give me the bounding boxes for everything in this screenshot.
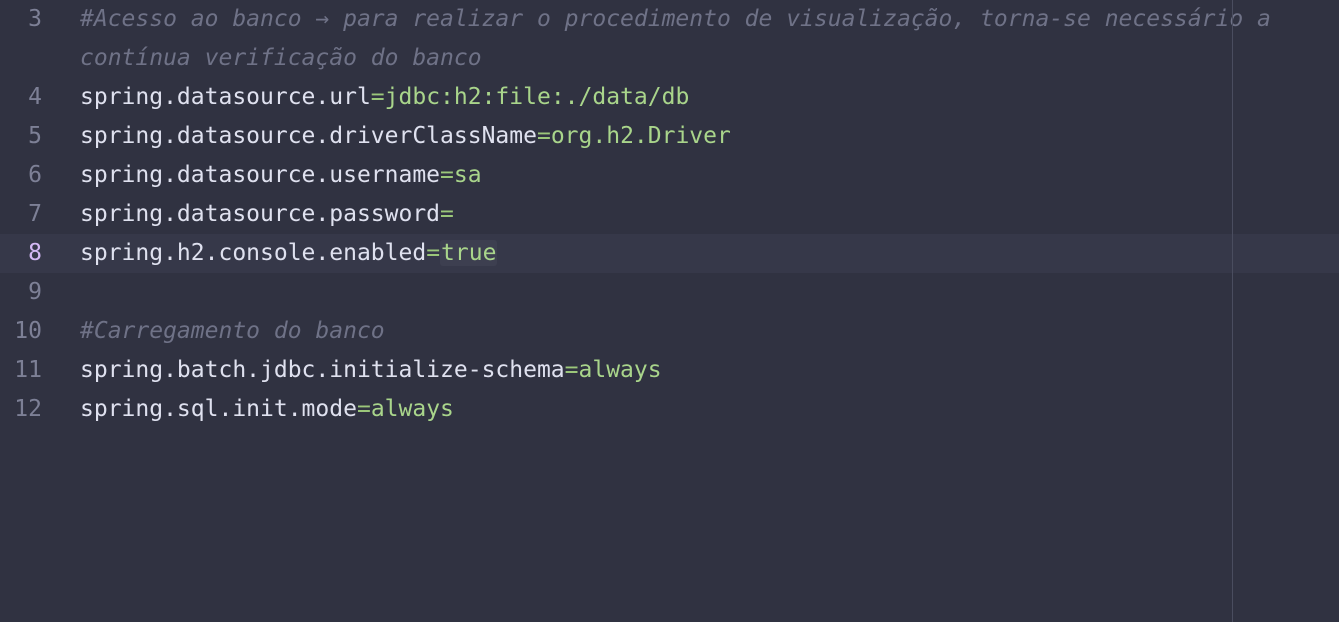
property-key: spring.datasource.driverClassName: [80, 123, 537, 149]
editor-line-3[interactable]: 3 #Acesso ao banco → para realizar o pro…: [0, 0, 1339, 39]
property-line: spring.datasource.username=sa: [80, 156, 482, 195]
editor-line-3-wrap[interactable]: contínua verificação do banco: [0, 39, 1339, 78]
comment-text: #Carregamento do banco: [80, 318, 385, 344]
editor-line-7[interactable]: 7 spring.datasource.password=: [0, 195, 1339, 234]
line-number: 6: [28, 162, 42, 188]
property-equals: =: [440, 201, 454, 227]
line-number: 11: [14, 357, 42, 383]
comment-text: #Acesso ao banco → para realizar o proce…: [80, 6, 1271, 32]
editor-line-10[interactable]: 10 #Carregamento do banco: [0, 312, 1339, 351]
editor-line-12[interactable]: 12 spring.sql.init.mode=always: [0, 390, 1339, 429]
line-number: 5: [28, 123, 42, 149]
property-line: spring.batch.jdbc.initialize-schema=alwa…: [80, 351, 662, 390]
property-value: sa: [453, 162, 482, 188]
line-number: 4: [28, 84, 42, 110]
property-key: spring.batch.jdbc.initialize-schema: [80, 357, 565, 383]
line-number: 12: [14, 396, 42, 422]
editor-lines[interactable]: 3 #Acesso ao banco → para realizar o pro…: [0, 0, 1339, 429]
property-line: spring.sql.init.mode=always: [80, 390, 454, 429]
property-value: org.h2.Driver: [550, 123, 731, 149]
property-key: spring.datasource.url: [80, 84, 371, 110]
line-number: 10: [14, 318, 42, 344]
line-number: 9: [28, 279, 42, 305]
line-number: 7: [28, 201, 42, 227]
right-margin-guide: [1232, 0, 1233, 622]
property-value: jdbc:h2:file:./data/db: [384, 84, 690, 110]
property-key: spring.datasource.username: [80, 162, 441, 188]
editor-line-5[interactable]: 5 spring.datasource.driverClassName=org.…: [0, 117, 1339, 156]
property-line: spring.h2.console.enabled=true: [80, 234, 498, 273]
editor-line-4[interactable]: 4 spring.datasource.url=jdbc:h2:file:./d…: [0, 78, 1339, 117]
property-line: spring.datasource.url=jdbc:h2:file:./dat…: [80, 78, 689, 117]
property-value: always: [370, 396, 454, 422]
property-equals: =: [536, 123, 551, 149]
property-key: spring.datasource.password: [80, 201, 441, 227]
property-value: always: [578, 357, 662, 383]
editor-line-9[interactable]: 9: [0, 273, 1339, 312]
editor-line-11[interactable]: 11 spring.batch.jdbc.initialize-schema=a…: [0, 351, 1339, 390]
property-key: spring.sql.init.mode: [80, 396, 357, 422]
property-equals: =: [564, 357, 579, 383]
property-equals: =: [440, 162, 454, 188]
line-number-active: 8: [28, 240, 42, 266]
editor-line-8-current[interactable]: 8 spring.h2.console.enabled=true: [0, 234, 1339, 273]
code-editor[interactable]: 3 #Acesso ao banco → para realizar o pro…: [0, 0, 1339, 622]
property-value-highlighted: true: [440, 240, 498, 266]
property-equals: =: [426, 240, 441, 266]
property-equals: =: [370, 84, 385, 110]
editor-line-6[interactable]: 6 spring.datasource.username=sa: [0, 156, 1339, 195]
property-equals: =: [356, 396, 371, 422]
property-line: spring.datasource.password=: [80, 195, 454, 234]
line-number: 3: [28, 6, 42, 32]
property-line: spring.datasource.driverClassName=org.h2…: [80, 117, 731, 156]
property-key: spring.h2.console.enabled: [80, 240, 427, 266]
comment-text: contínua verificação do banco: [80, 45, 482, 71]
